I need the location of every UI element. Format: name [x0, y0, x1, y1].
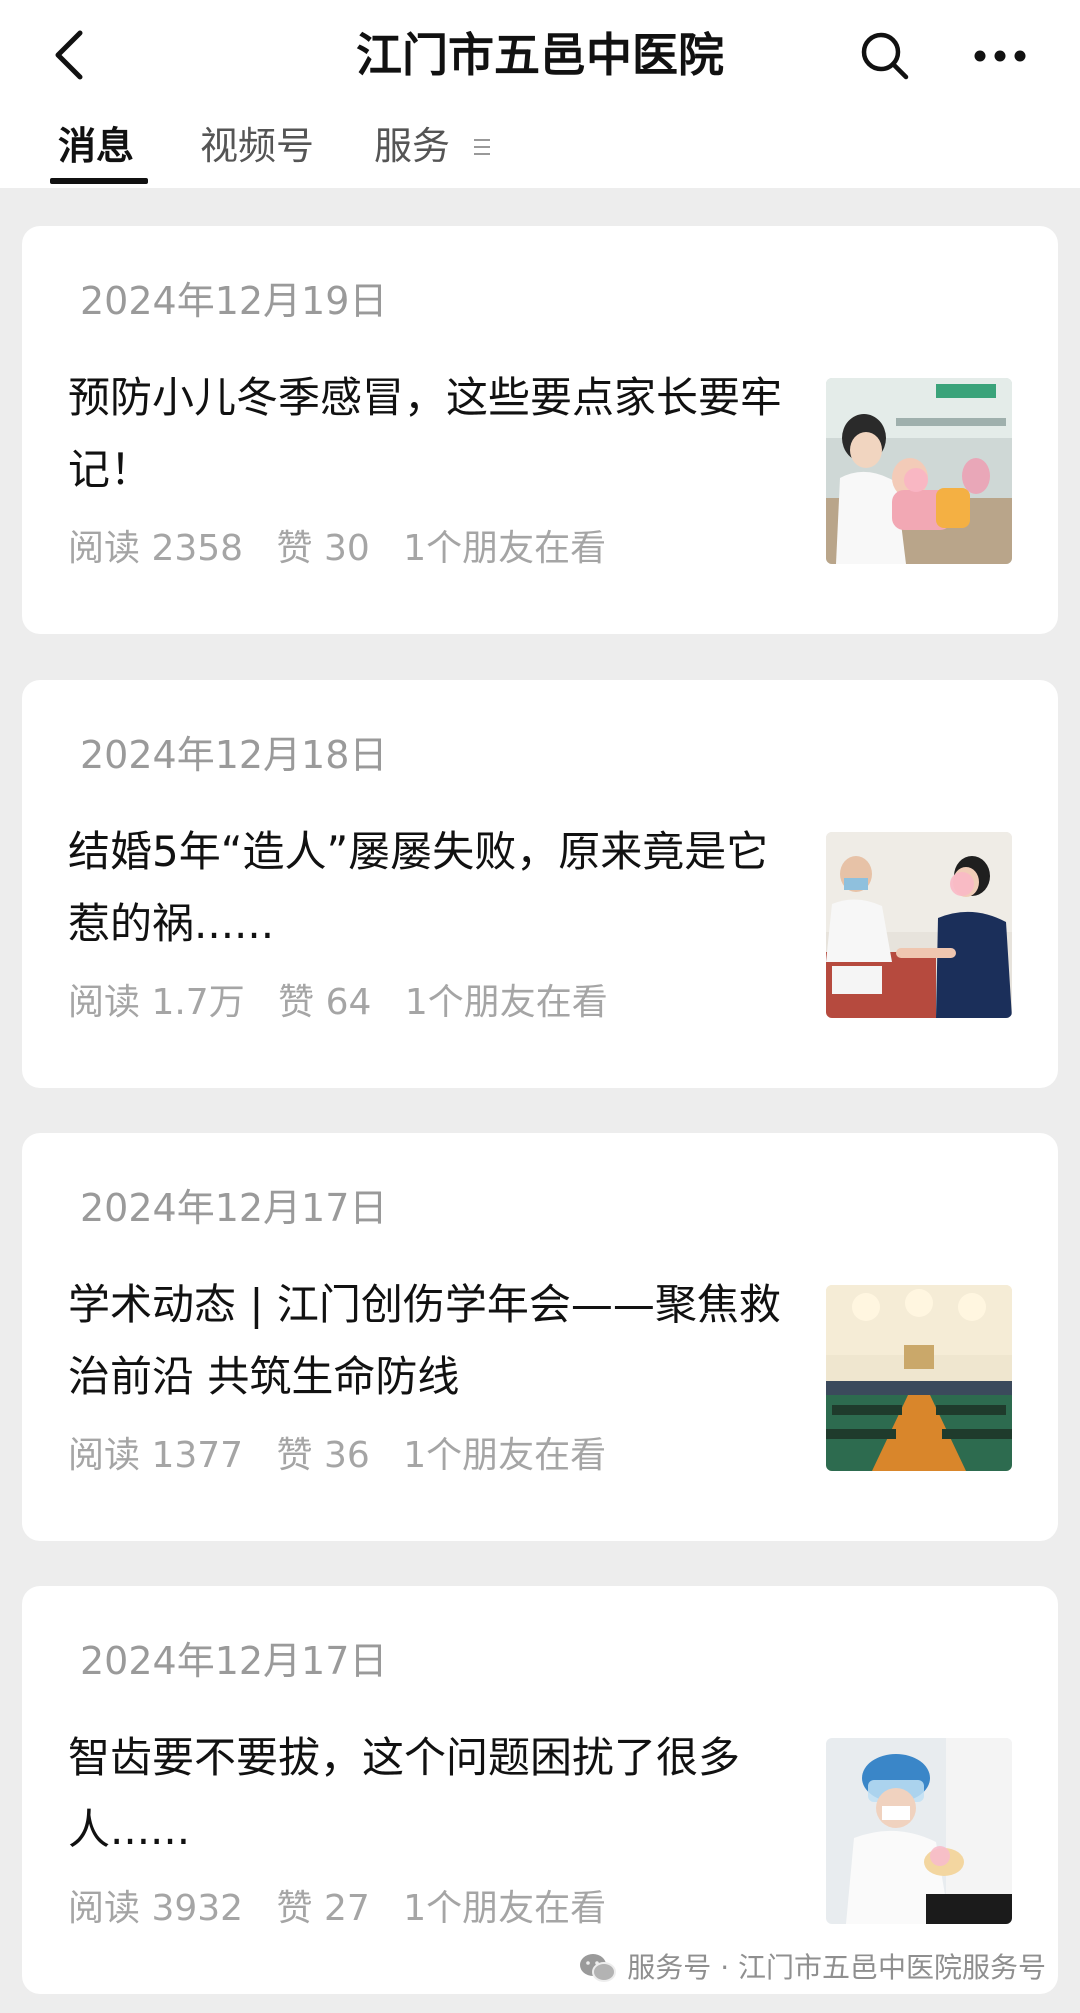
tab-services[interactable]: 服务	[374, 116, 450, 176]
page-title: 江门市五邑中医院	[356, 28, 724, 82]
tab-bar: 消息 视频号 服务	[0, 110, 1080, 188]
article-thumbnail[interactable]	[826, 378, 1012, 564]
search-icon	[861, 32, 909, 80]
tab-channels[interactable]: 视频号	[200, 116, 314, 176]
like-count: 赞 36	[276, 1435, 370, 1476]
back-button[interactable]	[40, 24, 100, 86]
article-title[interactable]: 预防小儿冬季感冒，这些要点家长要牢记！	[68, 362, 798, 506]
consultation-photo	[826, 832, 1012, 1018]
article-title[interactable]: 结婚5年“造人”屡屡失败，原来竟是它惹的祸......	[68, 816, 798, 960]
doctor-child-photo	[826, 378, 1012, 564]
article-thumbnail[interactable]	[826, 1285, 1012, 1471]
read-count: 阅读 1.7万	[68, 982, 245, 1023]
article-stats: 阅读 1377 赞 36 1个朋友在看	[68, 1431, 628, 1481]
article-stats: 阅读 1.7万 赞 64 1个朋友在看	[68, 978, 630, 1028]
article-stats: 阅读 2358 赞 30 1个朋友在看	[68, 524, 628, 574]
chevron-left-icon	[55, 30, 83, 80]
friends-watching: 1个朋友在看	[403, 528, 607, 569]
conference-hall-photo	[826, 1285, 1012, 1471]
read-count: 阅读 3932	[68, 1888, 244, 1929]
article-thumbnail[interactable]	[826, 832, 1012, 1018]
services-menu-icon[interactable]	[474, 130, 494, 164]
article-stats: 阅读 3932 赞 27 1个朋友在看	[68, 1884, 628, 1934]
search-button[interactable]	[855, 26, 915, 86]
article-card[interactable]: 2024年12月19日 预防小儿冬季感冒，这些要点家长要牢记！ 阅读 2358 …	[22, 226, 1058, 634]
footer-watermark: 服务号 · 江门市五邑中医院服务号	[579, 1946, 1046, 1990]
top-bar: 江门市五邑中医院 消息 视频号 服务	[0, 0, 1080, 188]
more-button[interactable]	[965, 26, 1035, 86]
active-tab-indicator	[50, 178, 148, 184]
friends-watching: 1个朋友在看	[404, 982, 608, 1023]
article-date: 2024年12月17日	[80, 1186, 388, 1230]
tab-messages[interactable]: 消息	[58, 116, 134, 176]
article-title[interactable]: 智齿要不要拔，这个问题困扰了很多人......	[68, 1722, 798, 1866]
article-thumbnail[interactable]	[826, 1738, 1012, 1924]
read-count: 阅读 2358	[68, 528, 244, 569]
nav-row: 江门市五邑中医院	[0, 0, 1080, 110]
like-count: 赞 64	[278, 982, 372, 1023]
like-count: 赞 27	[276, 1888, 370, 1929]
article-date: 2024年12月17日	[80, 1639, 388, 1683]
article-card[interactable]: 2024年12月17日 智齿要不要拔，这个问题困扰了很多人...... 阅读 3…	[22, 1586, 1058, 1994]
article-date: 2024年12月19日	[80, 279, 388, 323]
more-horizontal-icon	[974, 50, 1026, 62]
footer-text: 服务号 · 江门市五邑中医院服务号	[627, 1951, 1046, 1984]
friends-watching: 1个朋友在看	[403, 1888, 607, 1929]
wechat-icon	[580, 1954, 617, 1982]
read-count: 阅读 1377	[68, 1435, 244, 1476]
dentist-photo	[826, 1738, 1012, 1924]
article-date: 2024年12月18日	[80, 733, 388, 777]
article-title[interactable]: 学术动态 | 江门创伤学年会——聚焦救治前沿 共筑生命防线	[68, 1269, 798, 1413]
friends-watching: 1个朋友在看	[403, 1435, 607, 1476]
article-card[interactable]: 2024年12月18日 结婚5年“造人”屡屡失败，原来竟是它惹的祸...... …	[22, 680, 1058, 1088]
article-card[interactable]: 2024年12月17日 学术动态 | 江门创伤学年会——聚焦救治前沿 共筑生命防…	[22, 1133, 1058, 1541]
like-count: 赞 30	[276, 528, 370, 569]
